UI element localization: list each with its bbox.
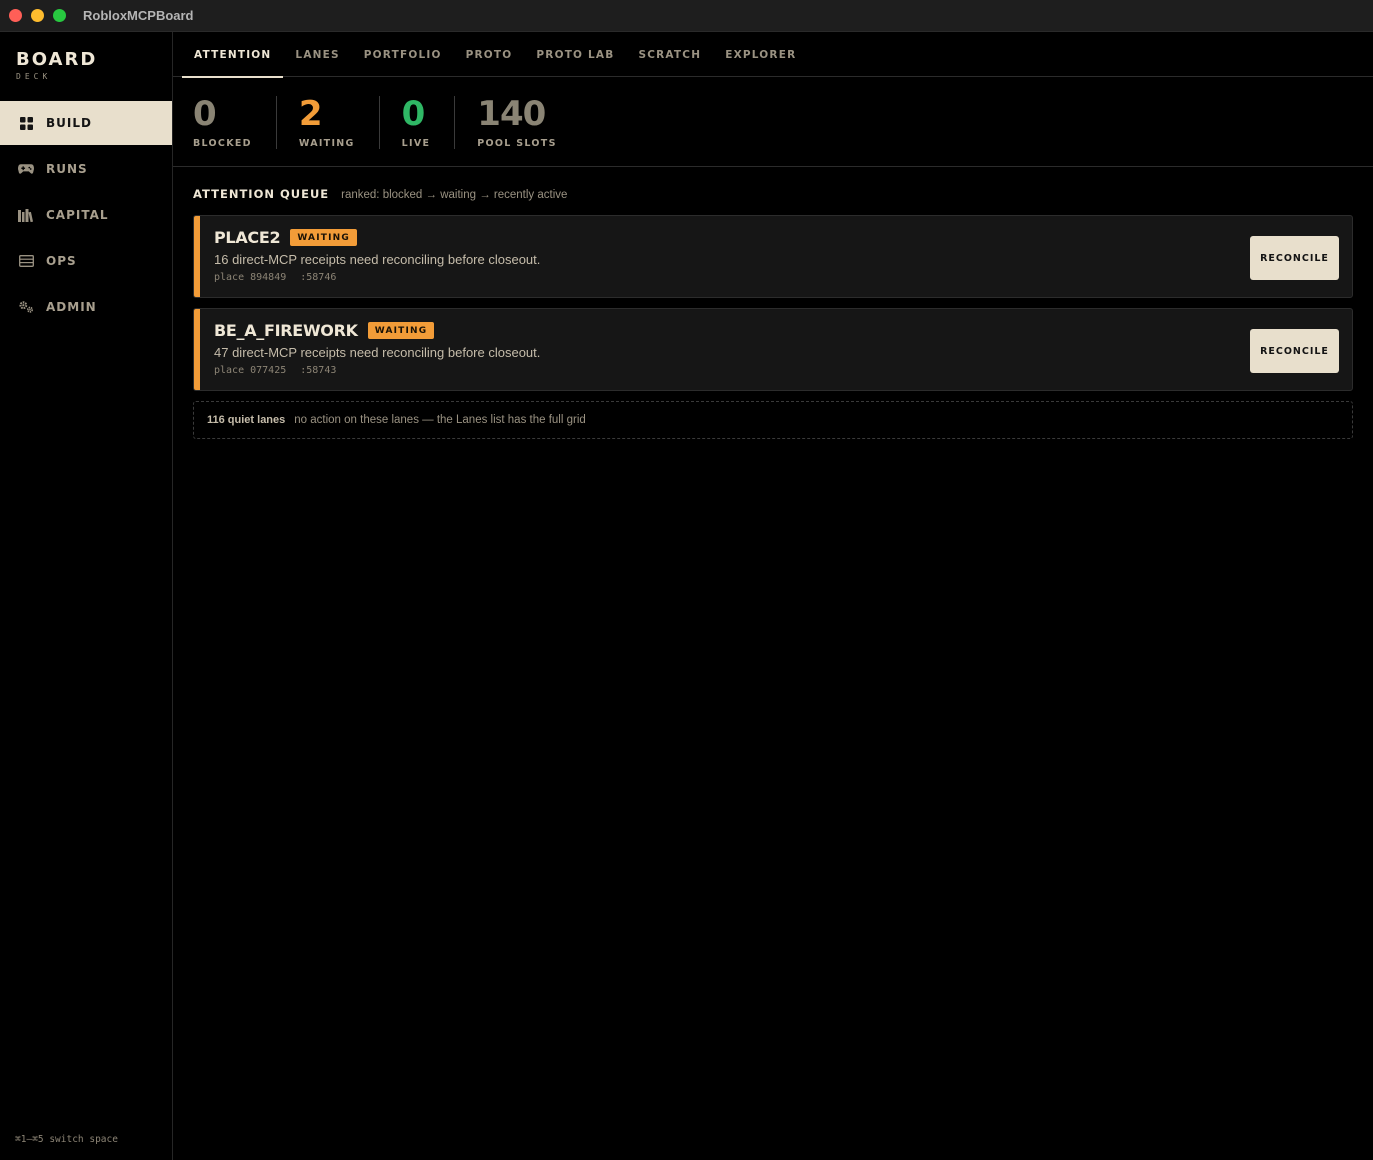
tab-portfolio[interactable]: PORTFOLIO <box>352 32 454 77</box>
gamepad-icon <box>18 162 34 176</box>
sidebar-item-label: BUILD <box>46 116 92 130</box>
queue-subtitle: ranked: blocked → waiting → recently act… <box>341 189 568 201</box>
queue-title: ATTENTION QUEUE <box>193 187 330 201</box>
stat-value: 0 <box>193 93 217 134</box>
place-id: place 077425 <box>214 365 287 376</box>
stat-label: WAITING <box>298 137 355 149</box>
tab-bar: ATTENTION LANES PORTFOLIO PROTO PROTO LA… <box>173 32 1373 78</box>
keyboard-hint: ⌘1–⌘5 switch space <box>15 1134 118 1145</box>
port: :58746 <box>300 272 337 283</box>
stat-label: LIVE <box>401 137 431 149</box>
title-bar: RobloxMCPBoard <box>0 0 1373 32</box>
tab-proto[interactable]: PROTO <box>454 32 525 77</box>
sidebar-item-capital[interactable]: CAPITAL <box>0 193 172 237</box>
sidebar-nav: BUILD RUNS CAPITAL OPS ADMIN <box>0 101 172 331</box>
status-badge: WAITING <box>367 322 435 339</box>
window-title: RobloxMCPBoard <box>83 8 194 23</box>
lane-name: PLACE2 <box>214 228 281 247</box>
sidebar-item-label: CAPITAL <box>46 208 109 222</box>
minimize-window-button[interactable] <box>31 9 44 22</box>
quiet-lanes-summary: 116 quiet lanes no action on these lanes… <box>193 401 1353 439</box>
grid-icon <box>18 116 34 130</box>
attention-queue: ATTENTION QUEUE ranked: blocked → waitin… <box>193 187 1353 439</box>
gears-icon <box>18 300 34 314</box>
close-window-button[interactable] <box>9 9 22 22</box>
lane-card: BE_A_FIREWORK WAITING 47 direct-MCP rece… <box>193 308 1353 391</box>
stat-live: 0 LIVE <box>378 93 455 149</box>
lane-description: 47 direct-MCP receipts need reconciling … <box>214 345 541 360</box>
lane-meta: place 077425 :58743 <box>214 365 1352 376</box>
zoom-window-button[interactable] <box>53 9 66 22</box>
sidebar-item-label: ADMIN <box>46 300 97 314</box>
sidebar-item-ops[interactable]: OPS <box>0 239 172 283</box>
status-badge: WAITING <box>290 229 357 246</box>
sidebar: BOARD DECK BUILD RUNS CAPITAL OPS ADMIN … <box>0 32 173 1160</box>
lane-name: BE_A_FIREWORK <box>214 321 358 340</box>
sidebar-item-label: OPS <box>46 254 77 268</box>
tab-scratch[interactable]: SCRATCH <box>626 32 713 77</box>
stat-value: 2 <box>298 93 323 134</box>
list-icon <box>18 254 34 268</box>
brand: BOARD DECK <box>16 49 97 81</box>
main-content: ATTENTION LANES PORTFOLIO PROTO PROTO LA… <box>173 32 1373 1160</box>
stat-pool-slots: 140 POOL SLOTS <box>454 93 580 149</box>
stat-label: BLOCKED <box>193 137 252 149</box>
status-accent-bar <box>194 309 200 390</box>
stat-value: 140 <box>477 93 546 134</box>
app-window: RobloxMCPBoard BOARD DECK BUILD RUNS CAP… <box>0 0 1373 1160</box>
sidebar-item-label: RUNS <box>46 162 88 176</box>
lane-card: PLACE2 WAITING 16 direct-MCP receipts ne… <box>193 215 1353 298</box>
port: :58743 <box>300 365 337 376</box>
sidebar-item-build[interactable]: BUILD <box>0 101 172 145</box>
brand-subtitle: DECK <box>16 72 52 81</box>
library-icon <box>18 208 34 222</box>
quiet-lanes-count: 116 quiet lanes <box>207 414 286 426</box>
stat-label: POOL SLOTS <box>477 137 557 149</box>
lane-description: 16 direct-MCP receipts need reconciling … <box>214 252 541 267</box>
reconcile-button[interactable]: RECONCILE <box>1250 236 1339 280</box>
tab-explorer[interactable]: EXPLORER <box>713 32 808 77</box>
tab-proto-lab[interactable]: PROTO LAB <box>524 32 626 77</box>
quiet-lanes-text: no action on these lanes — the Lanes lis… <box>294 414 586 426</box>
tab-lanes[interactable]: LANES <box>283 32 351 77</box>
sidebar-item-admin[interactable]: ADMIN <box>0 285 172 329</box>
stat-value: 0 <box>401 93 426 134</box>
tab-attention[interactable]: ATTENTION <box>182 32 284 78</box>
status-accent-bar <box>194 216 200 297</box>
stat-blocked: 0 BLOCKED <box>193 96 276 149</box>
sidebar-item-runs[interactable]: RUNS <box>0 147 172 191</box>
lane-meta: place 894849 :58746 <box>214 272 1352 283</box>
reconcile-button[interactable]: RECONCILE <box>1250 329 1339 373</box>
queue-header: ATTENTION QUEUE ranked: blocked → waitin… <box>193 187 1353 205</box>
place-id: place 894849 <box>214 272 287 283</box>
stat-waiting: 2 WAITING <box>275 93 379 149</box>
stats-bar: 0 BLOCKED 2 WAITING 0 LIVE 140 POOL SLOT… <box>173 78 1373 167</box>
window-controls <box>9 9 66 22</box>
brand-title: BOARD <box>16 49 98 70</box>
